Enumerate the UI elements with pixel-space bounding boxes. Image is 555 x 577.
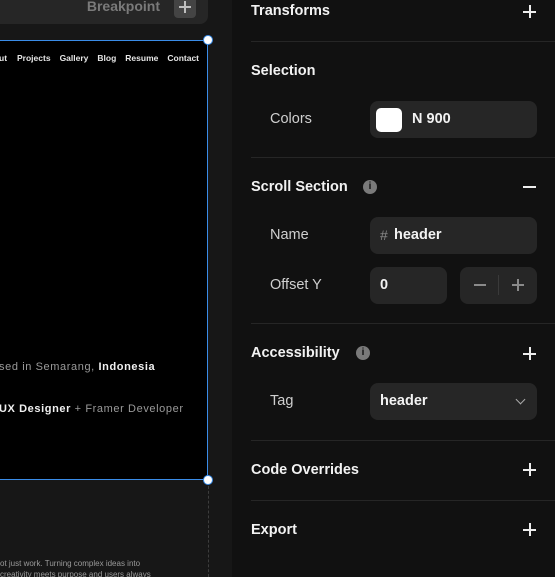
tag-label: Tag bbox=[270, 393, 294, 409]
add-breakpoint-button[interactable] bbox=[174, 0, 196, 18]
color-field[interactable]: N 900 bbox=[370, 101, 537, 138]
scroll-section-collapse-minus-icon[interactable] bbox=[523, 180, 536, 193]
transforms-add-plus-icon[interactable] bbox=[523, 5, 536, 18]
increment-plus-icon-stem[interactable] bbox=[517, 279, 519, 291]
hero-location-bold: Indonesia bbox=[98, 361, 156, 373]
decrement-minus-icon[interactable] bbox=[474, 284, 486, 286]
divider bbox=[251, 157, 555, 158]
hero-role-bold: UX Designer bbox=[0, 403, 72, 415]
hero-location-text: sed in Semarang, Indonesia bbox=[0, 361, 155, 373]
design-canvas[interactable]: Breakpoint ut Projects Gallery Blog Resu… bbox=[0, 0, 232, 577]
stepper-separator bbox=[498, 275, 499, 295]
export-add-plus-icon[interactable] bbox=[523, 523, 536, 536]
info-icon[interactable]: i bbox=[356, 346, 370, 360]
divider bbox=[251, 323, 555, 324]
offset-y-value: 0 bbox=[380, 277, 389, 293]
body-text-line: creativity meets purpose and users alway… bbox=[0, 570, 151, 577]
breakpoint-label: Breakpoint bbox=[86, 0, 160, 14]
frame-dashed-edge bbox=[208, 486, 209, 577]
offset-y-label: Offset Y bbox=[270, 277, 322, 293]
accessibility-title: Accessibility bbox=[251, 345, 340, 361]
nav-item-blog: Blog bbox=[97, 53, 117, 63]
accessibility-add-plus-icon[interactable] bbox=[523, 347, 536, 360]
colors-label: Colors bbox=[270, 111, 312, 127]
divider bbox=[251, 500, 555, 501]
tag-select[interactable]: header bbox=[370, 383, 537, 420]
scroll-section-title: Scroll Section bbox=[251, 179, 348, 195]
hash-icon: # bbox=[380, 227, 388, 243]
divider bbox=[251, 41, 555, 42]
selection-title: Selection bbox=[251, 63, 316, 79]
transforms-title: Transforms bbox=[251, 3, 330, 19]
code-overrides-title: Code Overrides bbox=[251, 462, 359, 478]
selected-frame[interactable]: ut Projects Gallery Blog Resume Contact … bbox=[0, 40, 208, 480]
nav-item-gallery: Gallery bbox=[59, 53, 89, 63]
tag-value: header bbox=[380, 393, 428, 409]
resize-handle-bottom-right[interactable] bbox=[203, 475, 213, 485]
offset-y-stepper bbox=[460, 267, 537, 304]
color-value: N 900 bbox=[412, 111, 451, 127]
name-label: Name bbox=[270, 227, 309, 243]
resize-handle-top-right[interactable] bbox=[203, 35, 213, 45]
body-text-line: ot just work. Turning complex ideas into bbox=[0, 559, 141, 568]
nav-item-contact: Contact bbox=[167, 53, 199, 63]
divider bbox=[251, 440, 555, 441]
offset-y-input[interactable]: 0 bbox=[370, 267, 447, 304]
hero-role-suffix: + Framer Developer bbox=[71, 403, 184, 415]
color-swatch bbox=[376, 108, 402, 132]
nav-item-clipped: ut bbox=[0, 53, 8, 63]
chevron-down-icon bbox=[515, 394, 526, 405]
hero-role-text: UX Designer + Framer Developer bbox=[0, 403, 184, 415]
section-name-input[interactable]: # header bbox=[370, 217, 537, 254]
code-overrides-add-plus-icon[interactable] bbox=[523, 463, 536, 476]
export-title: Export bbox=[251, 522, 297, 538]
nav-item-projects: Projects bbox=[17, 53, 51, 63]
site-nav: Projects Gallery Blog Resume Contact bbox=[17, 53, 199, 63]
canvas-body-text: ot just work. Turning complex ideas into… bbox=[0, 558, 151, 577]
section-name-value: header bbox=[394, 227, 442, 243]
nav-item-resume: Resume bbox=[125, 53, 159, 63]
properties-panel: Transforms Selection Colors N 900 Scroll… bbox=[232, 0, 555, 577]
breakpoint-bar: Breakpoint bbox=[0, 0, 208, 24]
hero-location-prefix: sed in Semarang, bbox=[0, 361, 99, 373]
info-icon[interactable]: i bbox=[363, 180, 377, 194]
